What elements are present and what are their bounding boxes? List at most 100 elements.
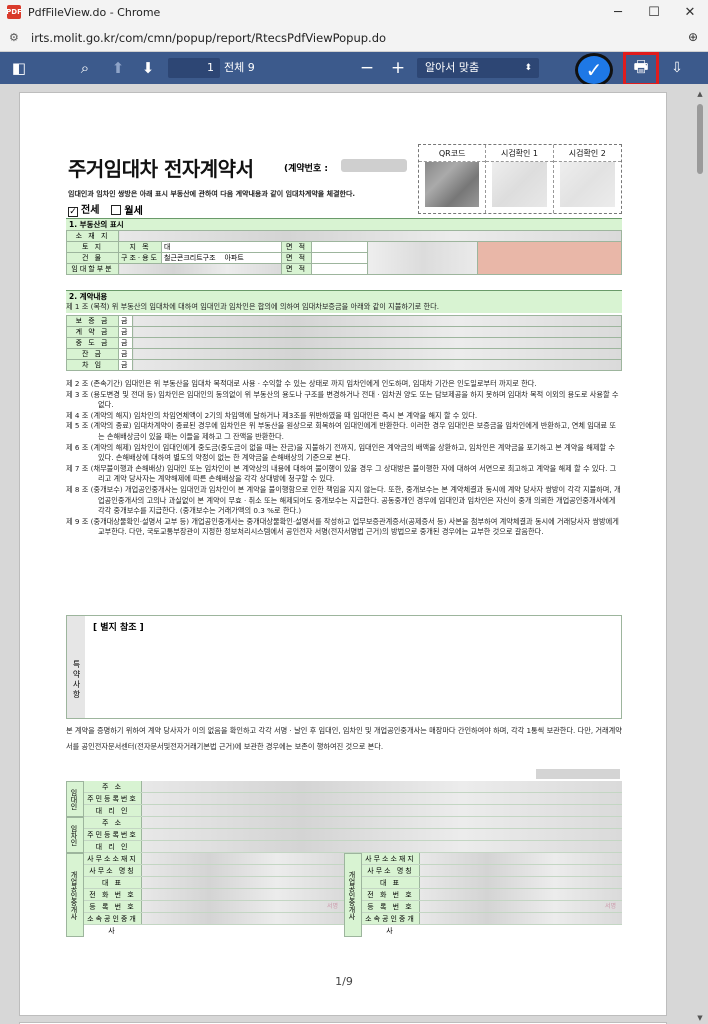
wolse-label: 월세 [124, 205, 143, 217]
agent1-reg-label: 등 록 번 호 [84, 901, 142, 912]
contract-number-redacted [341, 159, 407, 172]
address-bar: ⚙ irts.molit.go.kr/com/cmn/popup/report/… [0, 24, 708, 52]
seal-area-1 [367, 241, 478, 275]
clause-8: 제 8 조 (중개보수) 개업공인중개사는 임대인과 임차인이 본 계약을 불이… [66, 484, 621, 516]
download-icon: ⇩ [671, 60, 683, 76]
vertical-scrollbar[interactable]: ▲ ▼ [696, 90, 704, 1022]
zoom-select[interactable]: 알아서 맞춤 ⬍ [417, 58, 539, 78]
section-property-heading: 1. 부동산의 표시 [66, 218, 622, 230]
agent1-office-label: 사무소소재지 [84, 853, 142, 864]
money-value [132, 359, 622, 371]
qr-verification-table: QR코드 시검확인 1 시검확인 2 [418, 144, 622, 214]
special-terms-box: 특약사항 [ 별지 참조 ] [66, 615, 622, 719]
clause-3: 제 3 조 (용도변경 및 전대 등) 임차인은 임대인의 동의없이 위 부동산… [66, 389, 619, 410]
checkbox-empty-icon [111, 204, 122, 215]
page-total: 전체 9 [224, 61, 255, 74]
zoom-page-icon[interactable]: ⊕ [688, 30, 698, 44]
agent-block-1: 개업공인중개사 사무소소재지 사무소 명칭 대 표 전 화 번 호 등 록 번 … [66, 853, 344, 937]
search-icon[interactable]: ⌕ [74, 52, 96, 84]
check2-image [559, 162, 615, 207]
print-button[interactable]: 🖶 [623, 52, 659, 86]
landlord-id-value [142, 793, 622, 804]
agent1-office-value [142, 853, 344, 864]
chevron-updown-icon: ⬍ [524, 63, 532, 73]
agent2-staff-label: 소속공인중개사 [362, 913, 420, 935]
leased-part-value [118, 263, 282, 275]
structure-text: 철근콘크리트구조 [164, 254, 216, 262]
money-value [132, 326, 622, 338]
checkmark-icon: ✓ [585, 58, 603, 82]
download-button[interactable]: ⇩ [666, 52, 688, 84]
land-type-value: 대 [161, 241, 282, 253]
agent1-side-label: 개업공인중개사 [66, 853, 84, 937]
scrollbar-thumb[interactable] [697, 104, 703, 174]
agent2-side-label: 개업공인중개사 [344, 853, 362, 937]
url-text[interactable]: irts.molit.go.kr/com/cmn/popup/report/Rt… [31, 31, 386, 45]
scroll-up-icon[interactable]: ▲ [696, 90, 704, 98]
site-info-icon[interactable]: ⚙ [9, 31, 23, 44]
tenant-side-label: 임차인 [66, 817, 84, 853]
money-unit: 금 [118, 348, 133, 360]
zoom-in-button[interactable]: + [387, 52, 409, 84]
contract-number-label: (계약번호 : [284, 164, 328, 174]
agent1-staff-label: 소속공인중개사 [84, 913, 142, 935]
agent1-reg-value: 서명 [142, 901, 344, 912]
zoom-select-value: 알아서 맞춤 [425, 61, 480, 74]
money-row-label: 보 증 금 [66, 315, 119, 327]
landlord-agent-value [142, 805, 622, 816]
check1-label: 시검확인 1 [486, 148, 553, 162]
leased-area-label: 면 적 [281, 263, 312, 275]
money-row-label: 중 도 금 [66, 337, 119, 349]
agent-block-2: 개업공인중개사 사무소소재지 사무소 명칭 대 표 전 화 번 호 등 록 번 … [344, 853, 622, 937]
use-text: 아파트 [224, 254, 244, 262]
tenant-address-value [142, 817, 622, 828]
landlord-address-label: 주 소 [84, 781, 142, 792]
scroll-down-icon[interactable]: ▼ [696, 1014, 704, 1022]
agent1-name-value [142, 865, 344, 876]
pdf-favicon-icon: PDF [6, 5, 22, 19]
money-unit: 금 [118, 326, 133, 338]
agent2-rep-value [420, 877, 622, 888]
jeonse-option: ✓ 전세 [68, 201, 99, 217]
sidebar-toggle-icon[interactable]: ◧ [8, 52, 30, 84]
closing-text: 본 계약을 증명하기 위하여 계약 당사자가 이의 없음을 확인하고 각각 서명… [66, 726, 622, 751]
property-table: 소 재 지 토 지 지 목 대 면 적 건 물 구조·용도 철근콘크리트구조 아… [66, 230, 622, 275]
tenant-agent-value [142, 841, 622, 852]
signature-table: 임대인 임차인 주 소 주민등록번호 대 리 인 주 소 주민등록번호 대 리 … [66, 781, 622, 937]
agent2-reg-label: 등 록 번 호 [362, 901, 420, 912]
close-button[interactable]: ✕ [672, 0, 708, 24]
landlord-agent-label: 대 리 인 [84, 805, 142, 816]
special-terms-label: [ 별지 참조 ] [93, 623, 144, 633]
money-unit: 금 [118, 337, 133, 349]
tenant-id-value [142, 829, 622, 840]
tenant-agent-label: 대 리 인 [84, 841, 142, 852]
page-indicator: 1/9 [335, 975, 353, 988]
land-area-label: 면 적 [281, 241, 312, 253]
structure-value: 철근콘크리트구조 아파트 [161, 252, 282, 264]
window-title: PdfFileView.do - Chrome [28, 5, 161, 19]
tenant-id-label: 주민등록번호 [84, 829, 142, 840]
agent2-reg-value: 서명 [420, 901, 622, 912]
seal-area-2 [477, 241, 622, 275]
agent2-phone-value [420, 889, 622, 900]
checkbox-checked-icon: ✓ [68, 207, 78, 217]
location-value [118, 230, 622, 242]
jeonse-label: 전세 [81, 205, 100, 216]
clause-6: 제 6 조 (계약의 해제) 임차인이 임대인에게 중도금(중도금이 없을 때는… [66, 442, 616, 463]
money-unit: 금 [118, 359, 133, 371]
landlord-side-label: 임대인 [66, 781, 84, 817]
maximize-button[interactable]: ☐ [636, 0, 672, 24]
minimize-button[interactable]: ─ [600, 0, 636, 24]
previous-page-icon[interactable]: ⬆ [107, 52, 129, 84]
confirm-check-button[interactable]: ✓ [575, 53, 613, 87]
signature-date-redacted [536, 769, 620, 779]
agent1-rep-value [142, 877, 344, 888]
zoom-out-button[interactable]: − [356, 52, 378, 84]
agent2-seal-label: 서명 [604, 903, 616, 910]
page-number-input[interactable]: 1 [168, 58, 220, 78]
next-page-icon[interactable]: ⬇ [137, 52, 159, 84]
pdf-viewer[interactable]: ▲ ▼ 주거임대차 전자계약서 (계약번호 : QR코드 시검확인 1 시검확인… [0, 84, 708, 1024]
money-value [132, 315, 622, 327]
intro-text: 임대인과 임차인 쌍방은 아래 표시 부동산에 관하여 다음 계약내용과 같이 … [68, 190, 356, 198]
agent2-name-label: 사무소 명칭 [362, 865, 420, 876]
